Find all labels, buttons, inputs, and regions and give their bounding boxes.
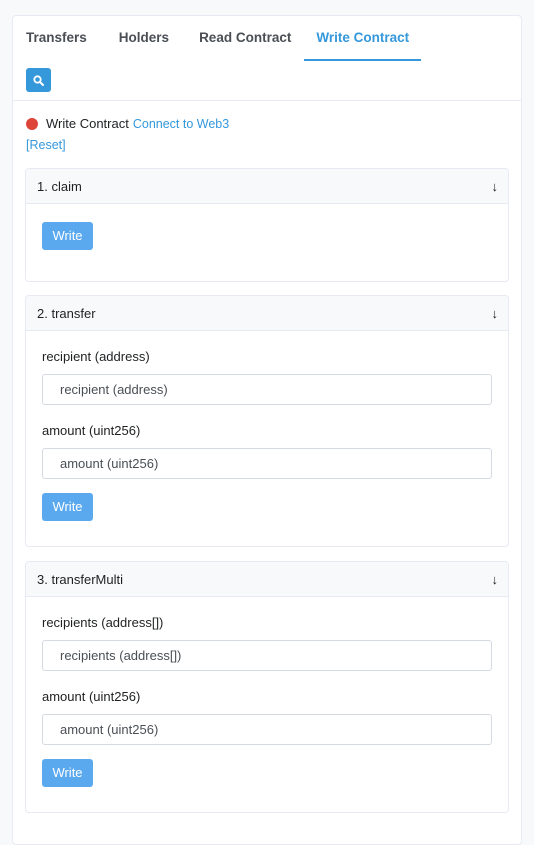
status-label: Write Contract	[46, 116, 129, 131]
tab-read-contract[interactable]: Read Contract	[182, 16, 304, 61]
toolbar	[13, 61, 521, 101]
arrow-down-icon: ↓	[491, 571, 499, 587]
amount-input[interactable]	[42, 448, 492, 479]
section-header[interactable]: 2. transfer ↓	[26, 296, 508, 331]
recipients-label: recipients (address[])	[42, 615, 164, 630]
tab-bar: Transfers Holders Read Contract Write Co…	[13, 16, 521, 61]
section-title: 1. claim	[37, 178, 82, 194]
amount-input[interactable]	[42, 714, 492, 745]
connect-web3-link[interactable]: Connect to Web3	[133, 117, 229, 131]
function-section-claim: 1. claim ↓ Write	[25, 168, 509, 282]
arrow-down-icon: ↓	[491, 178, 499, 194]
search-button[interactable]	[26, 68, 51, 92]
function-section-transfer: 2. transfer ↓ recipient (address) amount…	[25, 295, 509, 547]
web3-status: Write Contract Connect to Web3	[26, 116, 229, 131]
recipient-input[interactable]	[42, 374, 492, 405]
connection-status-dot	[26, 117, 38, 130]
reset-link[interactable]: [Reset]	[26, 138, 66, 152]
tab-transfers[interactable]: Transfers	[13, 16, 100, 61]
arrow-down-icon: ↓	[491, 305, 499, 321]
amount-label: amount (uint256)	[42, 689, 141, 704]
recipients-input[interactable]	[42, 640, 492, 671]
write-button[interactable]: Write	[42, 222, 93, 250]
section-title: 2. transfer	[37, 305, 96, 321]
search-icon	[33, 74, 44, 86]
recipient-label: recipient (address)	[42, 349, 150, 364]
amount-label: amount (uint256)	[42, 423, 141, 438]
tab-holders[interactable]: Holders	[100, 16, 182, 61]
write-button[interactable]: Write	[42, 493, 93, 521]
function-section-transfer-multi: 3. transferMulti ↓ recipients (address[]…	[25, 561, 509, 813]
section-header[interactable]: 1. claim ↓	[26, 169, 508, 204]
section-header[interactable]: 3. transferMulti ↓	[26, 562, 508, 597]
section-title: 3. transferMulti	[37, 571, 123, 587]
tab-write-contract[interactable]: Write Contract	[304, 16, 422, 61]
write-button[interactable]: Write	[42, 759, 93, 787]
